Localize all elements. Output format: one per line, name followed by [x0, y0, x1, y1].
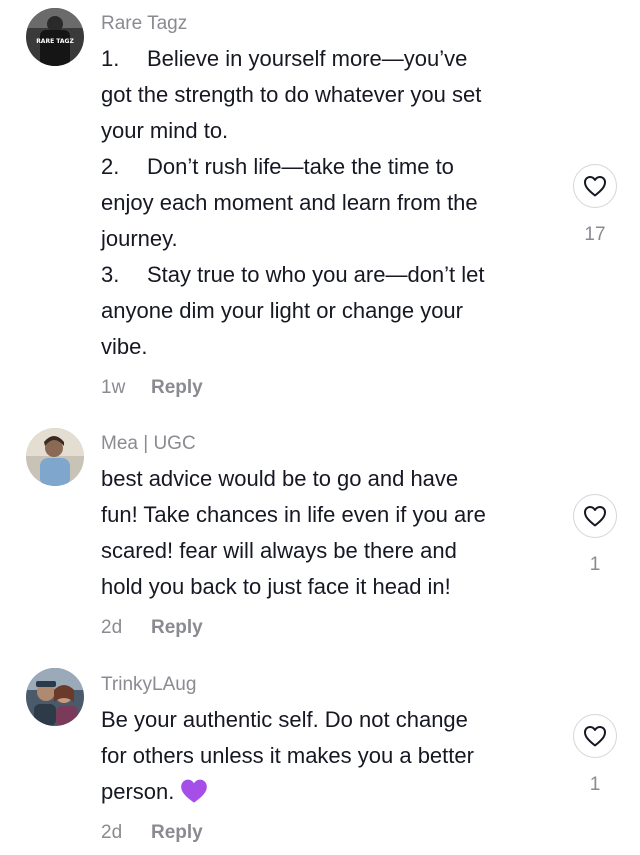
- comment-meta: 1w Reply: [101, 375, 551, 401]
- reply-button[interactable]: Reply: [151, 615, 203, 641]
- avatar[interactable]: [26, 428, 84, 486]
- avatar[interactable]: RARE TAGZ: [26, 8, 84, 66]
- reply-button[interactable]: Reply: [151, 820, 203, 846]
- reply-button[interactable]: Reply: [151, 375, 203, 401]
- timestamp: 1w: [101, 377, 126, 398]
- like-control: 17: [573, 164, 617, 246]
- comment-meta: 2d Reply: [101, 820, 551, 846]
- username[interactable]: Mea | UGC: [101, 431, 551, 457]
- timestamp: 2d: [101, 617, 123, 638]
- heart-outline-icon: [584, 176, 606, 197]
- like-count: 17: [584, 224, 606, 245]
- comment-meta: 2d Reply: [101, 615, 551, 641]
- heart-outline-icon: [584, 726, 606, 747]
- username[interactable]: TrinkyLAug: [101, 672, 551, 698]
- like-count: 1: [589, 554, 601, 575]
- like-button[interactable]: [573, 714, 617, 758]
- like-control: 1: [573, 494, 617, 576]
- heart-outline-icon: [584, 506, 606, 527]
- like-button[interactable]: [573, 164, 617, 208]
- username[interactable]: Rare Tagz: [101, 11, 551, 37]
- svg-text:RARE TAGZ: RARE TAGZ: [36, 38, 74, 45]
- avatar[interactable]: [26, 668, 84, 726]
- like-count: 1: [589, 774, 601, 795]
- comment-text: best advice would be to go and have fun!…: [101, 466, 486, 599]
- comment-text: Be your authentic self. Do not change fo…: [101, 707, 474, 804]
- timestamp: 2d: [101, 822, 123, 843]
- like-control: 1: [573, 714, 617, 796]
- comment-text: 1. Believe in yourself more—you’ve got th…: [101, 46, 485, 359]
- like-button[interactable]: [573, 494, 617, 538]
- purple-heart-emoji: [181, 779, 208, 803]
